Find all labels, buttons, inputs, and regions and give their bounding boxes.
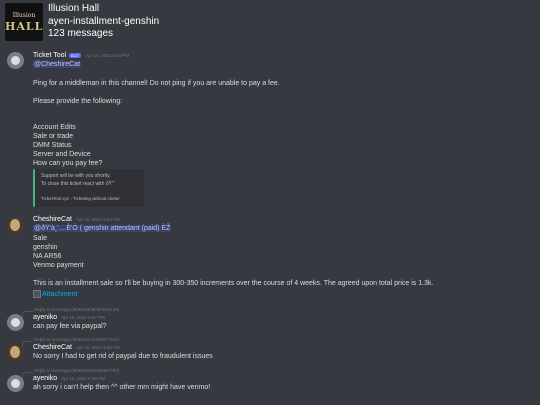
message-line: This is an installment sale so I'll be b… (33, 280, 434, 287)
attachment-link-text[interactable]: Attachment (42, 291, 77, 298)
message-count: 123 messages (48, 28, 114, 39)
message-line: Sale or trade (33, 133, 74, 140)
timestamp: Apr 16, 2022 6:53 PM (75, 217, 120, 222)
message-line: No sorry I had to get rid of paypal due … (33, 353, 213, 360)
avatar[interactable] (7, 217, 24, 234)
message-line: Ping for a middleman in this channel! Do… (33, 80, 280, 87)
message-line: How can you pay fee? (33, 160, 103, 167)
ticket-embed: Support will be with you shortly. To clo… (33, 169, 144, 207)
embed-line: To close this ticket react with ðŸ”’ (41, 181, 115, 187)
avatar[interactable] (7, 52, 24, 69)
reply-reference[interactable]: Reply to message (965043639397543125) (34, 307, 119, 312)
message-line[interactable]: @CheshireCat (33, 61, 82, 68)
message-line: genshin (33, 244, 58, 251)
embed-footer: TicketTool.xyz - Ticketing without clutt… (41, 196, 120, 201)
message-line: Server and Device (33, 151, 91, 158)
message-line: NA AR56 (33, 253, 62, 260)
message-line: Venmo payment (33, 262, 84, 269)
message-line: Account Edits (33, 124, 76, 131)
role-mention[interactable]: @ðŸ'­à¸'....È'Ò ( genshin attendant (pai… (33, 225, 172, 232)
server-icon: Illusion HALL (5, 3, 43, 41)
message-line: can pay fee via paypal? (33, 323, 107, 330)
author-name[interactable]: ayeniko (33, 375, 57, 382)
attachment-link[interactable]: Attachment (33, 290, 77, 298)
timestamp: Apr 16, 2022 6:57 PM (61, 315, 105, 320)
message-ayeniko-1: ayeniko Apr 16, 2022 6:57 PM can pay fee … (0, 314, 540, 334)
server-icon-text-top: Illusion (12, 12, 36, 19)
message-line: DMM Status (33, 142, 72, 149)
message-ayeniko-2: ayeniko Apr 16, 2022 6:59 PM ah sorry i c… (0, 375, 540, 395)
message-author[interactable]: ayeniko Apr 16, 2022 6:59 PM (33, 375, 105, 382)
header-text: Illusion Hall ayen-installment-genshin 1… (48, 3, 159, 41)
message-author[interactable]: ayeniko Apr 16, 2022 6:57 PM (33, 314, 105, 321)
image-icon (33, 290, 41, 298)
message-line: ah sorry i can't help then ^^ other mm m… (33, 384, 211, 391)
timestamp: Apr 16, 2022 6:59 PM (61, 376, 105, 381)
author-name[interactable]: Ticket Tool (33, 52, 66, 59)
channel-header: Illusion HALL Illusion Hall ayen-install… (0, 0, 540, 44)
user-mention[interactable]: @CheshireCat (33, 61, 82, 68)
message-author[interactable]: CheshireCat Apr 16, 2022 6:58 PM (33, 344, 120, 351)
channel-name: ayen-installment-genshin (48, 15, 160, 27)
reply-reference[interactable]: Reply to message (965044175426677842) (34, 337, 119, 342)
message-line[interactable]: @ðŸ'­à¸'....È'Ò ( genshin attendant (pai… (33, 225, 172, 232)
author-name[interactable]: CheshireCat (33, 216, 72, 223)
server-icon-text-main: HALL (5, 20, 43, 33)
embed-line: Support will be with you shortly. (41, 173, 111, 179)
message-line: Please provide the following: (33, 98, 123, 105)
server-name: Illusion Hall (48, 3, 100, 14)
avatar[interactable] (7, 344, 24, 361)
message-author[interactable]: CheshireCat Apr 16, 2022 6:53 PM (33, 216, 120, 223)
message-cheshirecat-2: CheshireCat Apr 16, 2022 6:58 PM No sorry… (0, 344, 540, 364)
message-line: Sale (33, 235, 48, 242)
timestamp: Apr 16, 2022 6:34 PM (85, 53, 130, 58)
reply-reference[interactable]: Reply to message (965045352686387780) (34, 368, 119, 373)
timestamp: Apr 16, 2022 6:58 PM (75, 345, 120, 350)
bot-badge: BOT (69, 52, 82, 58)
avatar[interactable] (7, 314, 24, 331)
message-cheshirecat-sale: CheshireCat Apr 16, 2022 6:53 PM @ðŸ'­à¸'… (0, 216, 540, 300)
avatar[interactable] (7, 375, 24, 392)
author-name[interactable]: CheshireCat (33, 344, 72, 351)
author-name[interactable]: ayeniko (33, 314, 57, 321)
message-author[interactable]: Ticket Tool BOT Apr 16, 2022 6:34 PM (33, 52, 129, 59)
